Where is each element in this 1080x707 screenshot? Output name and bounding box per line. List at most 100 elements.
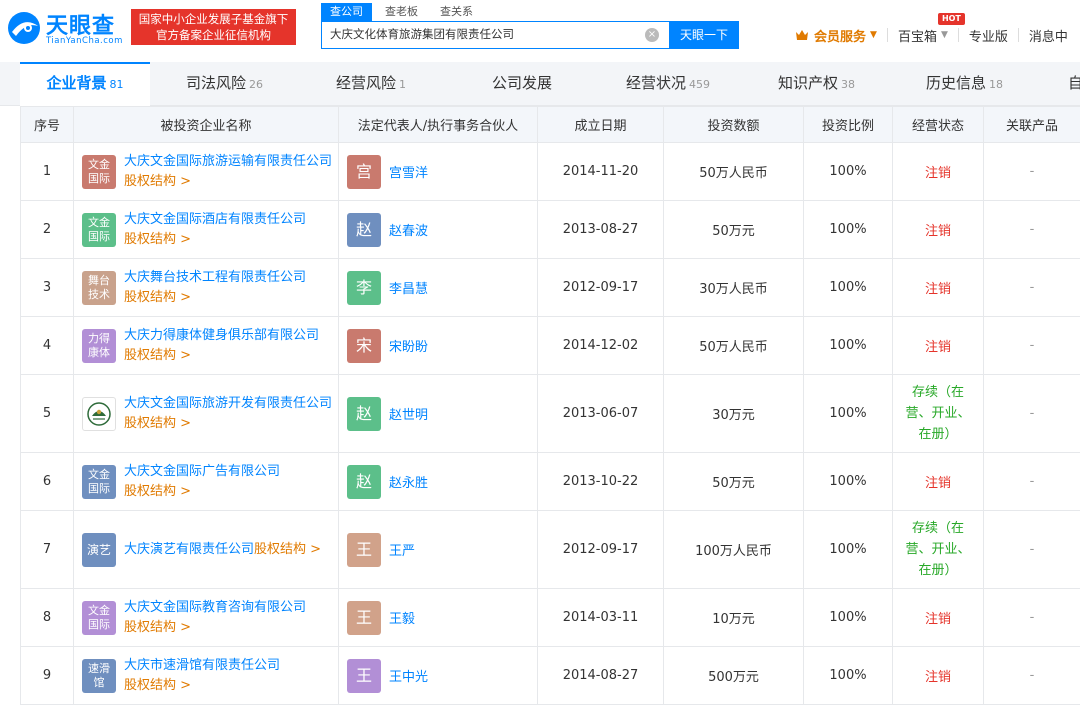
tab-label: 自	[1068, 74, 1080, 92]
table-row[interactable]: 1 文金 国际 大庆文金国际旅游运输有限责任公司股权结构 > 宫宫雪洋 2014-11-2…	[20, 142, 1080, 201]
vip-label: 会员服务	[814, 29, 867, 45]
tab-judicial-risk[interactable]: 司法风险 26	[186, 62, 263, 106]
company-name-link[interactable]: 大庆力得康体健身俱乐部有限公司	[124, 328, 319, 343]
tab-intellectual-property[interactable]: 知识产权 38	[778, 62, 855, 106]
company-name-link[interactable]: 大庆舞台技术工程有限责任公司	[124, 270, 306, 285]
logo-domain: TianYanCha.com	[46, 36, 123, 46]
status-badge: 注销	[924, 612, 951, 627]
col-header-no: 序号	[20, 106, 74, 143]
company-logo-text: 文金	[88, 603, 110, 617]
tab-history-info[interactable]: 历史信息 18	[926, 62, 1003, 106]
legal-rep-link[interactable]: 李昌慧	[389, 278, 428, 297]
tab-count: 38	[841, 78, 856, 91]
cell-company: 文金 国际 大庆文金国际教育咨询有限公司股权结构 >	[73, 588, 339, 647]
legal-rep-link[interactable]: 王严	[389, 540, 415, 559]
vip-service-menu[interactable]: 会员服务 ▼	[795, 26, 877, 45]
company-logo-text: 文金	[88, 467, 110, 481]
equity-structure-link[interactable]: 股权结构 >	[254, 542, 321, 557]
status-badge: 注销	[924, 224, 951, 239]
search-tab-company[interactable]: 查公司	[321, 3, 372, 21]
cell-ratio: 100%	[803, 142, 893, 201]
baibao-menu[interactable]: 百宝箱 ▼ HOT	[898, 12, 965, 45]
equity-structure-link[interactable]: 股权结构 >	[124, 232, 191, 247]
legal-rep-link[interactable]: 赵春波	[389, 220, 428, 239]
cell-amount: 10万元	[663, 588, 804, 647]
company-name-link[interactable]: 大庆市速滑馆有限责任公司	[124, 658, 280, 673]
tab-label: 知识产权	[778, 74, 839, 92]
legal-rep-link[interactable]: 宋盼盼	[389, 336, 428, 355]
col-header-ratio: 投资比例	[803, 106, 893, 143]
company-name-link[interactable]: 大庆文金国际旅游开发有限责任公司	[124, 396, 332, 411]
avatar: 赵	[347, 464, 381, 499]
pro-version-link[interactable]: 专业版	[969, 26, 1008, 45]
company-logo-text: 国际	[88, 229, 110, 243]
tab-business-status[interactable]: 经营状况 459	[626, 62, 710, 106]
table-row[interactable]: 7 演艺 大庆演艺有限责任公司股权结构 > 王王严 2012-09-17 100万人民币 1…	[20, 510, 1080, 589]
cell-no: 2	[20, 200, 74, 259]
company-name-link[interactable]: 大庆文金国际教育咨询有限公司	[124, 600, 306, 615]
investment-table: 序号 被投资企业名称 法定代表人/执行事务合伙人 成立日期 投资数额 投资比例 …	[20, 106, 1080, 705]
cell-product: -	[983, 316, 1080, 375]
tab-label: 公司发展	[492, 74, 553, 92]
search-input[interactable]	[330, 27, 640, 41]
company-name-block: 大庆力得康体健身俱乐部有限公司股权结构 >	[124, 326, 332, 366]
tab-count: 18	[989, 78, 1004, 91]
table-row[interactable]: 4 力得 康体 大庆力得康体健身俱乐部有限公司股权结构 > 宋宋盼盼 2014-12-02…	[20, 316, 1080, 375]
legal-rep-link[interactable]: 赵世明	[389, 404, 428, 423]
search-button[interactable]: 天眼一下	[669, 21, 739, 49]
table-row[interactable]: 5 大庆文金国际旅游开发有限责任公司股权结构 > 赵赵世明 2013-06-07 30万…	[20, 374, 1080, 453]
tab-enterprise-background[interactable]: 企业背景 81	[20, 62, 150, 106]
company-logo-text: 技术	[88, 287, 110, 301]
tab-more[interactable]: 自	[1068, 62, 1080, 106]
cell-amount: 50万元	[663, 452, 804, 511]
company-logo: 文金 国际	[82, 600, 116, 635]
equity-structure-link[interactable]: 股权结构 >	[124, 348, 191, 363]
equity-structure-link[interactable]: 股权结构 >	[124, 290, 191, 305]
cell-no: 6	[20, 452, 74, 511]
cell-ratio: 100%	[803, 200, 893, 259]
company-name-link[interactable]: 大庆文金国际旅游运输有限责任公司	[124, 154, 332, 169]
cell-legal-rep: 王王毅	[338, 588, 538, 647]
message-center-link[interactable]: 消息中	[1029, 26, 1068, 45]
cell-legal-rep: 赵赵世明	[338, 374, 538, 453]
legal-rep-link[interactable]: 赵永胜	[389, 472, 428, 491]
cell-product: -	[983, 646, 1080, 705]
table-row[interactable]: 3 舞台 技术 大庆舞台技术工程有限责任公司股权结构 > 李李昌慧 2012-09-17 3…	[20, 258, 1080, 317]
company-name-link[interactable]: 大庆文金国际酒店有限责任公司	[124, 212, 306, 227]
cell-status: 注销	[892, 588, 984, 647]
legal-rep-link[interactable]: 王毅	[389, 608, 415, 627]
tab-label: 企业背景	[46, 74, 107, 92]
legal-rep-link[interactable]: 宫雪洋	[389, 162, 428, 181]
status-badge: 注销	[924, 670, 951, 685]
equity-structure-link[interactable]: 股权结构 >	[124, 484, 191, 499]
cell-date: 2014-11-20	[537, 142, 664, 201]
equity-structure-link[interactable]: 股权结构 >	[124, 620, 191, 635]
search-tab-boss[interactable]: 查老板	[376, 3, 427, 21]
tab-count: 1	[399, 78, 407, 91]
tab-operating-risk[interactable]: 经营风险 1	[336, 62, 406, 106]
top-header: 天眼查 TianYanCha.com 国家中小企业发展子基金旗下 官方备案企业征…	[0, 0, 1080, 62]
search-tab-relation[interactable]: 查关系	[431, 3, 482, 21]
equity-structure-link[interactable]: 股权结构 >	[124, 416, 191, 431]
table-row[interactable]: 9 速滑馆大庆市速滑馆有限责任公司股权结构 > 王王中光 2014-08-27 500万…	[20, 646, 1080, 705]
logo[interactable]: 天眼查 TianYanCha.com	[6, 8, 126, 50]
status-badge: 注销	[924, 166, 951, 181]
avatar: 赵	[347, 212, 381, 247]
col-header-legal-rep: 法定代表人/执行事务合伙人	[338, 106, 538, 143]
table-row[interactable]: 8 文金 国际 大庆文金国际教育咨询有限公司股权结构 > 王王毅 2014-03-11 10…	[20, 588, 1080, 647]
tab-company-development[interactable]: 公司发展	[492, 62, 555, 106]
clear-icon[interactable]: ×	[645, 28, 659, 42]
company-logo: 速滑馆	[82, 658, 116, 693]
equity-structure-link[interactable]: 股权结构 >	[124, 678, 191, 693]
legal-rep-link[interactable]: 王中光	[389, 666, 428, 685]
cell-date: 2014-12-02	[537, 316, 664, 375]
equity-structure-link[interactable]: 股权结构 >	[124, 174, 191, 189]
table-row[interactable]: 2 文金 国际 大庆文金国际酒店有限责任公司股权结构 > 赵赵春波 2013-08-27 5…	[20, 200, 1080, 259]
caret-down-icon: ▼	[870, 30, 877, 40]
company-logo-text: 力得	[88, 331, 110, 345]
tab-label: 历史信息	[926, 74, 987, 92]
cell-ratio: 100%	[803, 258, 893, 317]
company-name-link[interactable]: 大庆文金国际广告有限公司	[124, 464, 280, 479]
company-name-link[interactable]: 大庆演艺有限责任公司	[124, 542, 254, 557]
table-row[interactable]: 6 文金 国际 大庆文金国际广告有限公司股权结构 > 赵赵永胜 2013-10-22 50万…	[20, 452, 1080, 511]
